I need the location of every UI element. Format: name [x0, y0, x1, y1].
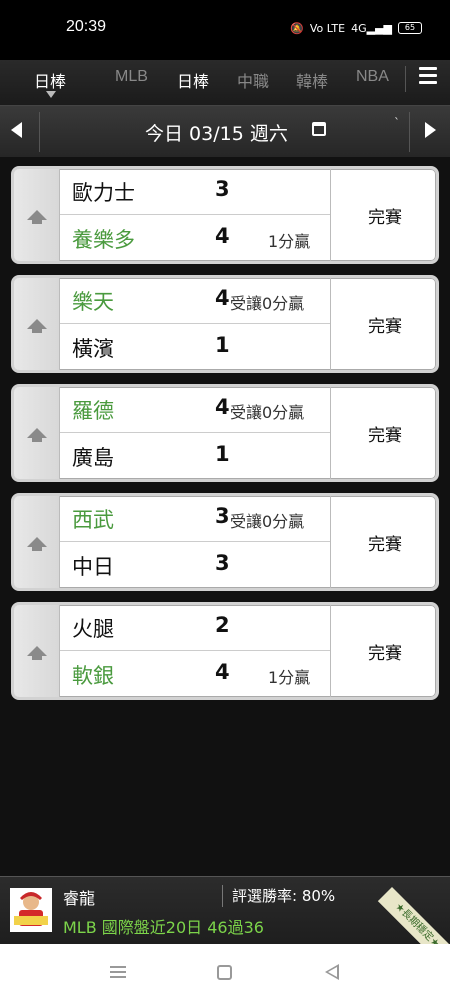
up-arrow-icon [26, 209, 48, 225]
calendar-icon[interactable] [312, 122, 326, 136]
tipster-avatar [10, 888, 52, 932]
signal-icon: 4G▂▄▆ [351, 21, 392, 35]
result-note: 受讓0分贏 [230, 403, 305, 422]
game-status: 完賽 [330, 496, 436, 588]
tipster-ad-bar[interactable]: 睿龍 評選勝率: 80% MLB 國際盤近20日 46過36 ★長期穩定★ [0, 876, 450, 944]
up-arrow-icon [26, 427, 48, 443]
status-time: 20:39 [66, 18, 107, 35]
matchup: 火腿 2 軟銀 4 1分贏 [60, 605, 330, 697]
team-row: 羅德 4 受讓0分贏 [60, 387, 330, 433]
date-mark: ` [394, 116, 400, 130]
menu-icon[interactable] [419, 67, 437, 85]
team-name: 火腿 [72, 617, 114, 641]
team-row: 橫濱 1 [60, 325, 330, 370]
next-date-icon[interactable] [425, 122, 436, 138]
tab-divider [405, 66, 406, 92]
status-icons: 🔕 Vo LTE 4G▂▄▆ 65 [290, 18, 422, 38]
team-row: 中日 3 [60, 543, 330, 588]
game-card[interactable]: 樂天 4 受讓0分贏 橫濱 1 完賽 [11, 275, 439, 373]
game-status: 完賽 [330, 387, 436, 479]
game-status: 完賽 [330, 278, 436, 370]
matchup: 西武 3 受讓0分贏 中日 3 [60, 496, 330, 588]
card-expand-tab[interactable] [14, 278, 60, 370]
game-card[interactable]: 火腿 2 軟銀 4 1分贏 完賽 [11, 602, 439, 700]
ad-divider [222, 885, 223, 907]
tipster-record: MLB 國際盤近20日 46過36 [63, 918, 264, 937]
card-expand-tab[interactable] [14, 387, 60, 479]
tab-nba[interactable]: NBA [356, 68, 389, 86]
date-divider [409, 112, 410, 152]
team-score: 4 [215, 660, 230, 684]
team-score: 1 [215, 442, 230, 466]
mute-icon: 🔕 [290, 21, 304, 35]
tab-kbo[interactable]: 韓棒 [296, 68, 328, 92]
matchup: 歐力士 3 養樂多 4 1分贏 [60, 169, 330, 261]
team-row: 廣島 1 [60, 434, 330, 479]
team-score: 2 [215, 613, 230, 637]
team-score: 1 [215, 333, 230, 357]
date-divider [39, 112, 40, 152]
matchup: 羅德 4 受讓0分贏 廣島 1 [60, 387, 330, 479]
team-name: 樂天 [72, 290, 114, 314]
team-name: 養樂多 [72, 228, 135, 252]
team-row: 西武 3 受讓0分贏 [60, 496, 330, 542]
team-name: 西武 [72, 508, 114, 532]
team-score: 4 [215, 224, 230, 248]
back-icon[interactable] [325, 964, 339, 980]
matchup: 樂天 4 受讓0分贏 橫濱 1 [60, 278, 330, 370]
game-card[interactable]: 歐力士 3 養樂多 4 1分贏 完賽 [11, 166, 439, 264]
team-name: 中日 [72, 555, 114, 579]
card-expand-tab[interactable] [14, 605, 60, 697]
tipster-win-rate: 評選勝率: 80% [232, 887, 336, 905]
team-score: 3 [215, 177, 230, 201]
prev-date-icon[interactable] [11, 122, 22, 138]
card-expand-tab[interactable] [14, 496, 60, 588]
game-status: 完賽 [330, 605, 436, 697]
status-bar: 20:39 🔕 Vo LTE 4G▂▄▆ 65 [0, 0, 450, 60]
chevron-down-icon[interactable] [46, 91, 56, 98]
team-name: 羅德 [72, 399, 114, 423]
date-bar: 今日 03/15 週六 [0, 106, 450, 158]
tab-npb-selector[interactable]: 日棒 [34, 68, 66, 92]
home-icon[interactable] [217, 965, 232, 980]
battery-icon: 65 [398, 22, 422, 34]
tab-npb[interactable]: 日棒 [177, 68, 209, 92]
system-nav-bar [0, 944, 450, 1000]
team-row: 養樂多 4 1分贏 [60, 216, 330, 261]
tab-mlb[interactable]: MLB [115, 68, 148, 86]
result-note: 受讓0分贏 [230, 512, 305, 531]
team-row: 歐力士 3 [60, 169, 330, 215]
team-row: 火腿 2 [60, 605, 330, 651]
card-expand-tab[interactable] [14, 169, 60, 261]
tab-cpbl[interactable]: 中職 [237, 68, 269, 92]
long-term-stable-ribbon: ★長期穩定★ [377, 887, 450, 944]
team-score: 4 [215, 286, 230, 310]
team-score: 3 [215, 551, 230, 575]
team-name: 廣島 [72, 446, 114, 470]
tipster-name: 睿龍 [63, 889, 96, 908]
game-card[interactable]: 羅德 4 受讓0分贏 廣島 1 完賽 [11, 384, 439, 482]
team-score: 4 [215, 395, 230, 419]
recent-apps-icon[interactable] [110, 966, 126, 981]
up-arrow-icon [26, 645, 48, 661]
team-name: 軟銀 [72, 664, 114, 688]
date-label[interactable]: 今日 03/15 週六 [145, 119, 288, 146]
volte-icon: Vo LTE [309, 21, 346, 35]
result-note: 受讓0分贏 [230, 294, 305, 313]
team-row: 軟銀 4 1分贏 [60, 652, 330, 697]
game-status: 完賽 [330, 169, 436, 261]
sport-tabs: 日棒 MLB 日棒 中職 韓棒 NBA [0, 60, 450, 106]
team-name: 歐力士 [72, 181, 135, 205]
team-score: 3 [215, 504, 230, 528]
team-name: 橫濱 [72, 337, 114, 361]
team-row: 樂天 4 受讓0分贏 [60, 278, 330, 324]
game-card[interactable]: 西武 3 受讓0分贏 中日 3 完賽 [11, 493, 439, 591]
up-arrow-icon [26, 318, 48, 334]
up-arrow-icon [26, 536, 48, 552]
